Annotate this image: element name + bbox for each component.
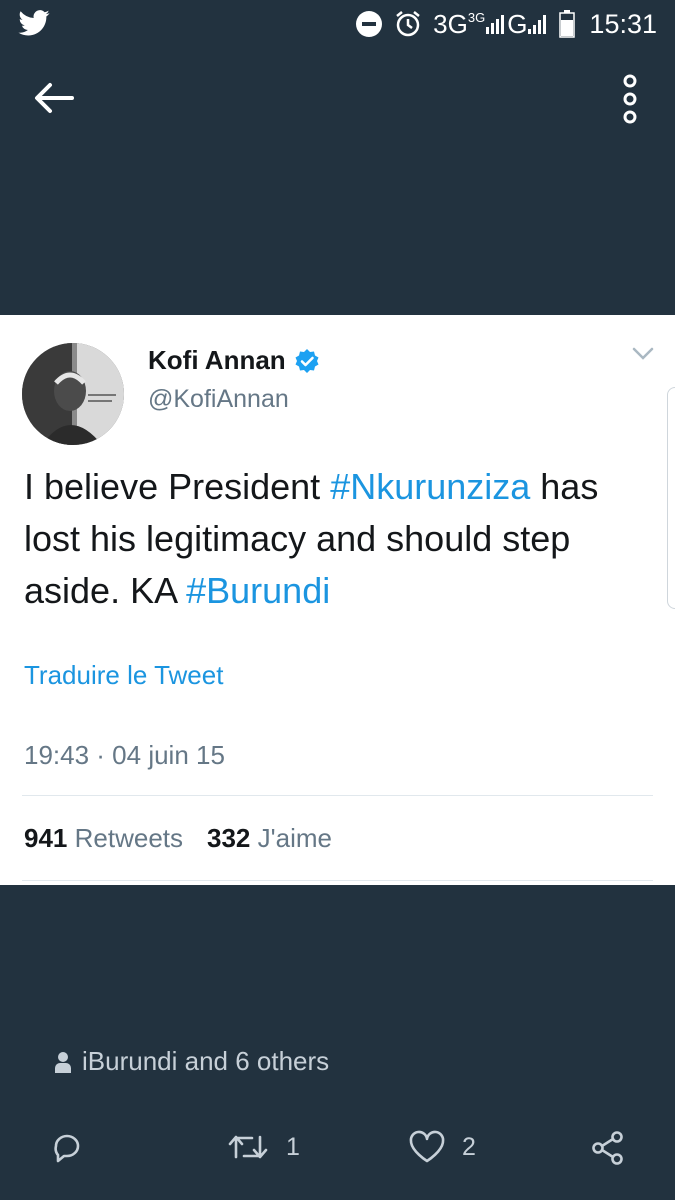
back-arrow-icon[interactable] <box>30 78 76 118</box>
network-secondary: 3G <box>467 9 486 25</box>
reply-button[interactable] <box>50 1130 84 1164</box>
likes-stat[interactable]: 332 J'aime <box>207 823 332 854</box>
heart-icon <box>409 1130 445 1163</box>
tweet-timestamp: 19:43 · 04 juin 15 <box>24 740 225 770</box>
share-button[interactable] <box>590 1130 626 1166</box>
retweet-icon <box>228 1135 268 1159</box>
hashtag-link[interactable]: #Nkurunziza <box>330 466 530 507</box>
tweet-text-part1: I believe President <box>24 466 331 507</box>
author-name: Kofi Annan <box>148 345 286 375</box>
retweets-stat[interactable]: 941 Retweets <box>24 823 183 854</box>
network-indicator: 3G 3G G <box>433 9 549 40</box>
overflow-menu-icon[interactable] <box>619 74 641 124</box>
author-name-row[interactable]: Kofi Annan <box>148 345 320 376</box>
avatar-image <box>22 343 124 445</box>
reply-icon <box>54 1134 80 1163</box>
liked-by-row[interactable]: iBurundi and 6 others <box>54 1046 329 1077</box>
signal-icon <box>486 15 505 34</box>
tweet-text: I believe President #Nkurunziza has lost… <box>24 461 654 617</box>
retweets-count: 941 <box>24 823 68 853</box>
signal-icon-2 <box>528 15 547 34</box>
verified-badge-icon <box>295 348 319 373</box>
tweet-card: Kofi Annan @KofiAnnan I believe Presiden… <box>0 315 675 885</box>
retweet-count: 1 <box>286 1132 300 1161</box>
liked-by-text: iBurundi and 6 others <box>82 1046 330 1076</box>
retweets-label: Retweets <box>74 823 184 853</box>
action-bar: 1 2 <box>0 1130 675 1190</box>
likes-label: J'aime <box>257 823 332 853</box>
retweet-button[interactable]: 1 <box>226 1130 300 1164</box>
app-bar <box>0 48 675 148</box>
like-button[interactable]: 2 <box>408 1130 476 1164</box>
translate-tweet-link[interactable]: Traduire le Tweet <box>24 660 223 691</box>
avatar[interactable] <box>22 343 124 445</box>
clock: 15:31 <box>589 8 657 39</box>
tweet-stats: 941 Retweets 332 J'aime <box>24 823 332 854</box>
likes-count: 332 <box>207 823 251 853</box>
author-handle: @KofiAnnan <box>148 385 289 413</box>
divider <box>22 880 653 881</box>
network-tertiary: G <box>507 8 528 39</box>
twitter-bird-icon <box>18 10 50 36</box>
chevron-down-icon[interactable] <box>631 345 655 363</box>
scrollbar[interactable] <box>667 387 675 609</box>
network-primary: 3G <box>433 8 468 39</box>
alarm-icon <box>396 11 420 37</box>
divider <box>22 795 653 796</box>
person-icon <box>55 1051 71 1073</box>
battery-icon <box>559 10 576 38</box>
hashtag-link[interactable]: #Burundi <box>186 570 330 611</box>
status-bar: 3G 3G G 15:31 <box>0 0 675 48</box>
dnd-icon <box>356 11 383 37</box>
share-icon <box>592 1131 623 1165</box>
like-count: 2 <box>462 1132 476 1161</box>
